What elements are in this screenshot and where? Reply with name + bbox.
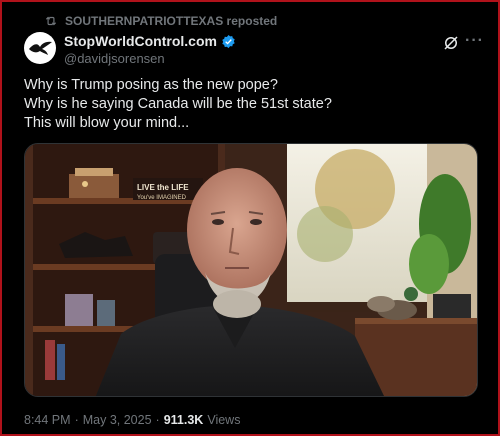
- tweet-card: SOUTHERNPATRIOTTEXAS reposted StopWorldC…: [0, 0, 500, 436]
- more-options-icon[interactable]: ···: [465, 32, 484, 50]
- tweet-time[interactable]: 8:44 PM: [24, 413, 71, 427]
- avatar[interactable]: [24, 32, 56, 64]
- views-count: 911.3K: [163, 413, 204, 427]
- bird-logo: [29, 41, 52, 55]
- views-label: Views: [207, 413, 241, 427]
- tweet-meta: 8:44 PM · May 3, 2025 · 911.3K Views: [24, 413, 240, 427]
- author-display-name[interactable]: StopWorldControl.com: [64, 33, 217, 49]
- author-handle[interactable]: @davidjsorensen: [64, 51, 236, 66]
- video-player[interactable]: LIVE the LIFE You've IMAGINED: [24, 143, 478, 397]
- grok-icon[interactable]: [442, 34, 460, 52]
- verified-badge-icon: [222, 34, 235, 48]
- tweet-line-3: This will blow your mind...: [24, 115, 190, 131]
- sign-text-2: You've IMAGINED: [137, 195, 187, 201]
- tweet-line-2: Why is he saying Canada will be the 51st…: [24, 96, 332, 112]
- meta-separator-2: ·: [155, 413, 160, 427]
- repost-icon: [45, 16, 57, 26]
- sign-text-1: LIVE the LIFE: [137, 183, 189, 192]
- repost-label: SOUTHERNPATRIOTTEXAS reposted: [65, 14, 278, 28]
- video-frame: LIVE the LIFE You've IMAGINED: [25, 144, 477, 396]
- tweet-line-1: Why is Trump posing as the new pope?: [24, 77, 278, 93]
- repost-header[interactable]: SOUTHERNPATRIOTTEXAS reposted: [44, 14, 277, 28]
- author-block: StopWorldControl.com @davidjsorensen: [64, 33, 236, 66]
- meta-separator: ·: [74, 413, 79, 427]
- tweet-date[interactable]: May 3, 2025: [83, 413, 152, 427]
- tweet-text: Why is Trump posing as the new pope? Why…: [24, 76, 484, 133]
